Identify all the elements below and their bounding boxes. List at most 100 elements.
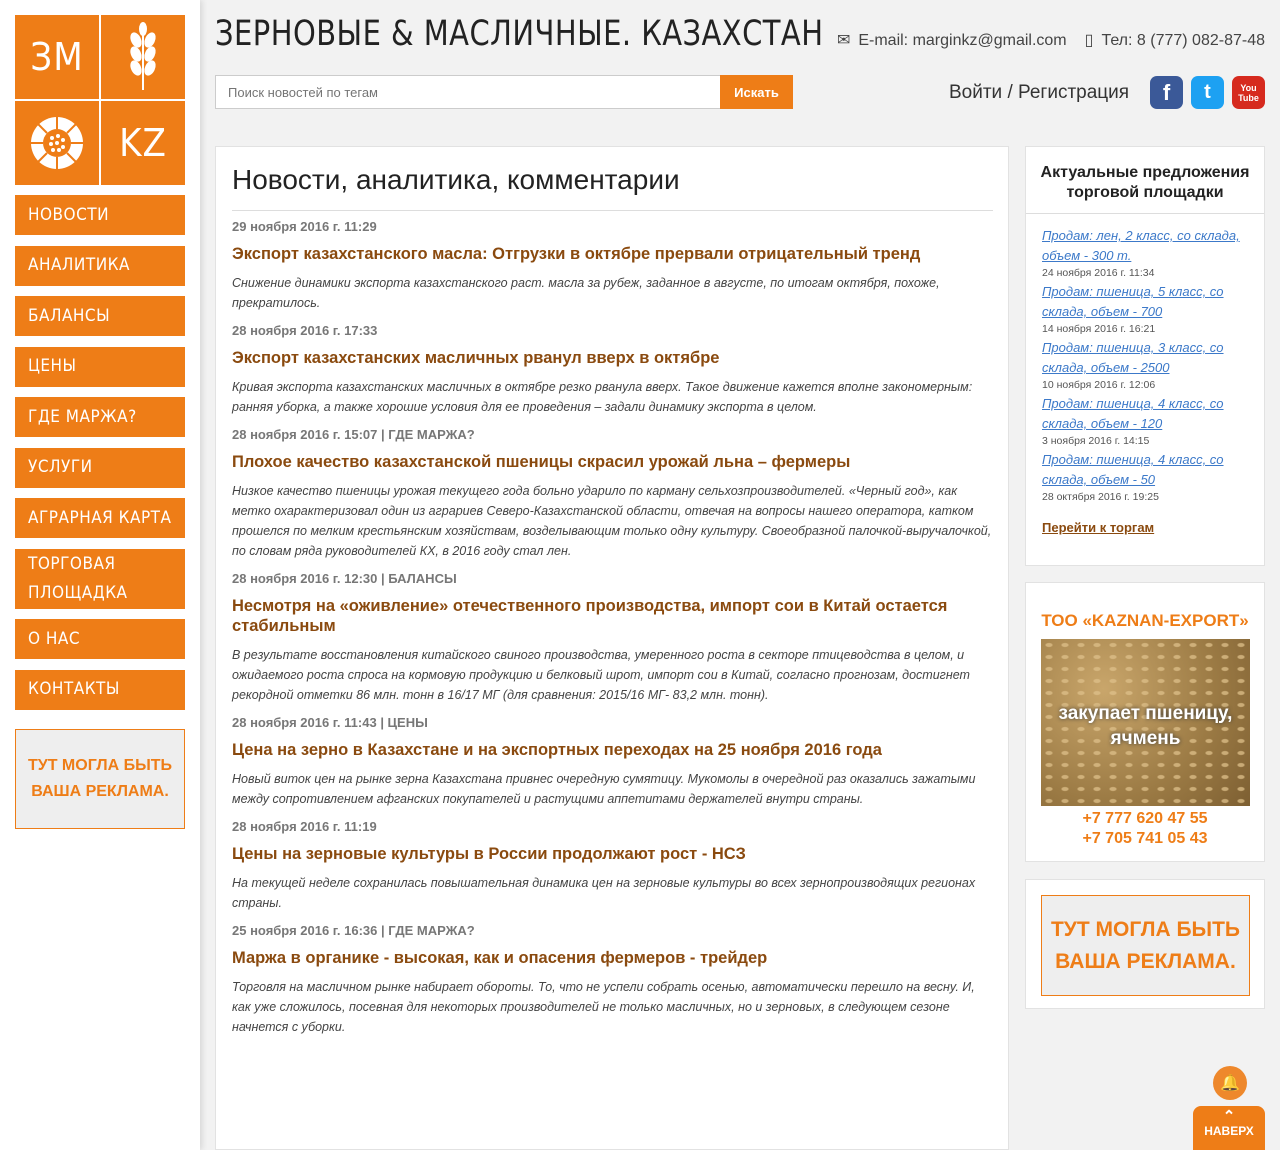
offer-item: Продам: пшеница, 4 класс, со склада, объ…: [1042, 394, 1248, 448]
article-summary: Кривая экспорта казахстанских масличных …: [232, 380, 973, 414]
scroll-to-top-button[interactable]: ⌃ НАВЕРХ: [1193, 1106, 1265, 1150]
offer-item: Продам: пшеница, 5 класс, со склада, объ…: [1042, 282, 1248, 336]
kaznan-phone-2: +7 705 741 05 43: [1082, 830, 1208, 847]
article-meta: 29 ноября 2016 г. 11:29: [232, 219, 993, 234]
article-category-link[interactable]: | ЦЕНЫ: [380, 715, 428, 730]
offer-date: 10 ноября 2016 г. 12:06: [1042, 379, 1156, 391]
nav-item-analytics[interactable]: АНАЛИТИКА: [15, 245, 185, 286]
offer-link[interactable]: Продам: лен, 2 класс, со склада, объем -…: [1042, 226, 1248, 266]
ad-line: ВАША РЕКЛАМА.: [1055, 949, 1236, 973]
right-ad-panel: ТУТ МОГЛА БЫТЬ ВАША РЕКЛАМА.: [1025, 879, 1265, 1009]
article-category-link[interactable]: | БАЛАНСЫ: [381, 571, 457, 586]
article-title-link[interactable]: Маржа в органике - высокая, как и опасен…: [232, 948, 993, 968]
article-title-link[interactable]: Плохое качество казахстанской пшеницы ск…: [232, 452, 993, 472]
nav-item-prices[interactable]: ЦЕНЫ: [15, 346, 185, 387]
facebook-icon[interactable]: f: [1150, 76, 1183, 109]
nav-item-agro-map[interactable]: АГРАРНАЯ КАРТА: [15, 498, 185, 538]
offer-link[interactable]: Продам: пшеница, 4 класс, со склада, объ…: [1042, 450, 1248, 490]
article-title-link[interactable]: Экспорт казахстанских масличных рванул в…: [232, 348, 993, 368]
offer-date: 14 ноября 2016 г. 16:21: [1042, 323, 1156, 335]
chevron-up-icon: ⌃: [1222, 1108, 1236, 1125]
article-meta: 28 ноября 2016 г. 11:43 | ЦЕНЫ: [232, 715, 993, 730]
article-item: 28 ноября 2016 г. 12:30 | БАЛАНСЫ Несмот…: [232, 571, 993, 705]
news-feed: Новости, аналитика, комментарии 29 ноябр…: [215, 146, 1009, 1150]
article-meta: 28 ноября 2016 г. 15:07 | ГДЕ МАРЖА?: [232, 427, 993, 442]
article-meta: 28 ноября 2016 г. 12:30 | БАЛАНСЫ: [232, 571, 993, 586]
article-date: 28 ноября 2016 г. 12:30: [232, 571, 378, 586]
search-button[interactable]: Искать: [720, 75, 793, 109]
left-ad-banner[interactable]: ТУТ МОГЛА БЫТЬ ВАША РЕКЛАМА.: [15, 729, 185, 829]
go-to-trading-link[interactable]: Перейти к торгам: [1026, 506, 1264, 549]
article-summary: Снижение динамики экспорта казахстанског…: [232, 276, 940, 310]
logo-letters-zm: ЗМ: [15, 15, 99, 99]
offer-link[interactable]: Продам: пшеница, 5 класс, со склада, объ…: [1042, 282, 1248, 322]
phone-text: Тел: 8 (777) 082-87-48: [1101, 32, 1265, 49]
search-input[interactable]: [215, 75, 720, 109]
article-date: 28 ноября 2016 г. 15:07: [232, 427, 378, 442]
offer-link[interactable]: Продам: пшеница, 3 класс, со склада, объ…: [1042, 338, 1248, 378]
logo-letters-kz: KZ: [101, 101, 185, 185]
email-contact[interactable]: ✉ E-mail: marginkz@gmail.com: [837, 30, 1067, 50]
nav-item-trading-platform[interactable]: ТОРГОВАЯ ПЛОЩАДКА: [15, 548, 185, 609]
article-title-link[interactable]: Цена на зерно в Казахстане и на экспортн…: [232, 740, 993, 760]
article-title-link[interactable]: Несмотря на «оживление» отечественного п…: [232, 596, 993, 636]
sunflower-icon: [15, 101, 99, 185]
nav-item-news[interactable]: НОВОСТИ: [15, 195, 185, 235]
main-nav: НОВОСТИ АНАЛИТИКА БАЛАНСЫ ЦЕНЫ ГДЕ МАРЖА…: [15, 195, 185, 720]
nav-item-about[interactable]: О НАС: [15, 619, 185, 659]
article-meta: 28 ноября 2016 г. 11:19: [232, 819, 993, 834]
nav-item-margin[interactable]: ГДЕ МАРЖА?: [15, 397, 185, 437]
article-item: 28 ноября 2016 г. 17:33 Экспорт казахста…: [232, 323, 993, 417]
article-item: 28 ноября 2016 г. 11:43 | ЦЕНЫ Цена на з…: [232, 715, 993, 809]
offer-item: Продам: лен, 2 класс, со склада, объем -…: [1042, 226, 1248, 280]
notification-bell-icon[interactable]: 🔔: [1213, 1066, 1247, 1100]
page-title: Новости, аналитика, комментарии: [232, 164, 993, 211]
article-summary: Низкое качество пшеницы урожая текущего …: [232, 484, 992, 558]
login-register-link[interactable]: Войти / Регистрация: [949, 82, 1129, 104]
scroll-to-top-label: НАВЕРХ: [1204, 1124, 1254, 1138]
article-category-link[interactable]: | ГДЕ МАРЖА?: [381, 923, 475, 938]
article-date: 28 ноября 2016 г. 17:33: [232, 323, 378, 338]
article-category-link[interactable]: | ГДЕ МАРЖА?: [381, 427, 475, 442]
article-date: 29 ноября 2016 г. 11:29: [232, 219, 377, 234]
kaznan-overlay-text: закупает пшеницу, ячмень: [1058, 703, 1233, 749]
ad-line: ВАША РЕКЛАМА.: [31, 783, 169, 800]
twitter-icon[interactable]: t: [1191, 76, 1224, 109]
youtube-icon[interactable]: You Tube: [1232, 76, 1265, 109]
offer-date: 3 ноября 2016 г. 14:15: [1042, 435, 1150, 447]
article-meta: 25 ноября 2016 г. 16:36 | ГДЕ МАРЖА?: [232, 923, 993, 938]
article-summary: Торговля на масличном рынке набирает обо…: [232, 980, 975, 1034]
site-title[interactable]: ЗЕРНОВЫЕ & МАСЛИЧНЫЕ. КАЗАХСТАН: [215, 14, 823, 54]
offers-heading: Актуальные предложения торговой площадки: [1026, 147, 1264, 214]
header-contacts: ✉ E-mail: marginkz@gmail.com ▯ Тел: 8 (777…: [837, 30, 1265, 50]
offer-date: 24 ноября 2016 г. 11:34: [1042, 267, 1155, 279]
article-item: 25 ноября 2016 г. 16:36 | ГДЕ МАРЖА? Мар…: [232, 923, 993, 1037]
nav-item-contacts[interactable]: КОНТАКТЫ: [15, 669, 185, 710]
ad-line: ТУТ МОГЛА БЫТЬ: [27, 757, 173, 774]
right-ad-banner[interactable]: ТУТ МОГЛА БЫТЬ ВАША РЕКЛАМА.: [1041, 895, 1250, 996]
article-title-link[interactable]: Экспорт казахстанского масла: Отгрузки в…: [232, 244, 993, 264]
article-date: 25 ноября 2016 г. 16:36: [232, 923, 378, 938]
offers-list: Продам: лен, 2 класс, со склада, объем -…: [1026, 214, 1264, 504]
kaznan-phones: +7 777 620 47 55 +7 705 741 05 43: [1026, 809, 1264, 849]
email-text: E-mail: marginkz@gmail.com: [858, 32, 1067, 49]
nav-item-services[interactable]: УСЛУГИ: [15, 447, 185, 488]
phone-icon: ▯: [1084, 32, 1094, 49]
nav-item-balances[interactable]: БАЛАНСЫ: [15, 296, 185, 336]
kaznan-title: ТОО «KAZNAN-EXPORT»: [1041, 611, 1249, 630]
offer-link[interactable]: Продам: пшеница, 4 класс, со склада, объ…: [1042, 394, 1248, 434]
trade-offers-panel: Актуальные предложения торговой площадки…: [1025, 146, 1265, 566]
site-logo[interactable]: ЗМ KZ: [15, 15, 185, 185]
article-list: 29 ноября 2016 г. 11:29 Экспорт казахста…: [232, 219, 993, 1037]
article-date: 28 ноября 2016 г. 11:43: [232, 715, 377, 730]
search-form: Искать: [215, 75, 793, 109]
kaznan-ad[interactable]: ТОО «KAZNAN-EXPORT» закупает пшеницу, яч…: [1025, 582, 1265, 862]
phone-contact: ▯ Тел: 8 (777) 082-87-48: [1085, 30, 1265, 50]
article-meta: 28 ноября 2016 г. 17:33: [232, 323, 993, 338]
article-title-link[interactable]: Цены на зерновые культуры в России продо…: [232, 844, 993, 864]
social-links: f t You Tube: [1150, 76, 1265, 109]
kaznan-phone-1: +7 777 620 47 55: [1082, 810, 1208, 827]
offer-item: Продам: пшеница, 4 класс, со склада, объ…: [1042, 450, 1248, 504]
article-summary: На текущей неделе сохранилась повышатель…: [232, 876, 976, 910]
offer-date: 28 октября 2016 г. 19:25: [1042, 491, 1159, 503]
